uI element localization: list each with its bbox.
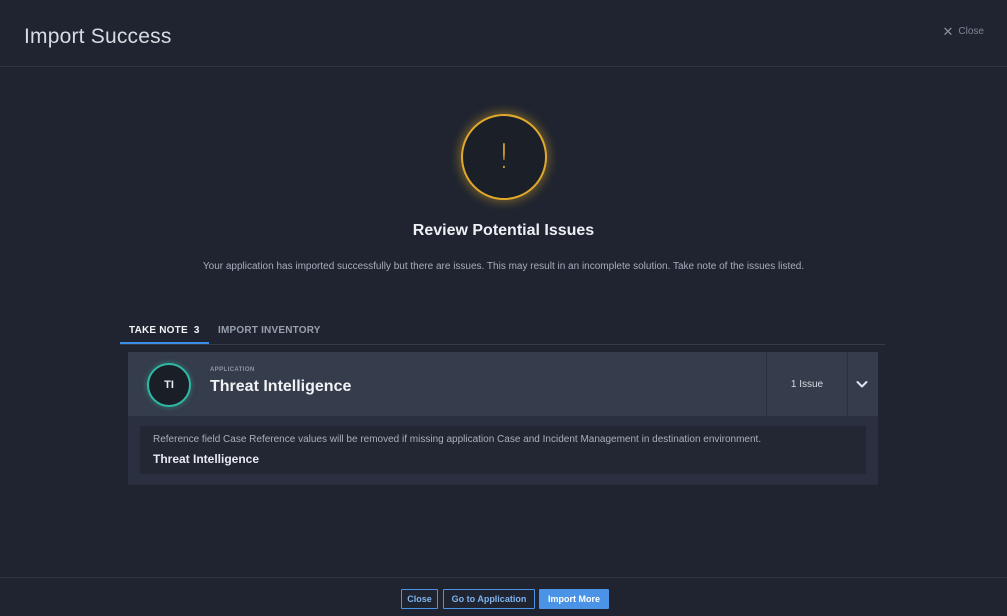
status-message: Your application has imported successful…	[202, 261, 805, 272]
issue-count-label: 1 Issue	[790, 378, 824, 390]
chevron-down-icon[interactable]	[854, 376, 870, 392]
issue-note-text: Reference field Case Reference values wi…	[153, 434, 762, 445]
tab-take-note[interactable]: TAKE NOTE 3	[129, 325, 200, 336]
issue-card: TI APPLICATION Threat Intelligence 1 Iss…	[128, 352, 878, 485]
application-name: Threat Intelligence	[210, 378, 352, 395]
go-to-application-button[interactable]: Go to Application	[443, 589, 535, 609]
close-link[interactable]: ✕ Close	[942, 23, 984, 39]
warning-icon: !	[461, 114, 547, 200]
application-type-label: APPLICATION	[210, 367, 255, 373]
modal-header: Import Success ✕ Close	[0, 0, 1007, 67]
tab-take-note-label: TAKE NOTE	[129, 325, 188, 336]
issue-note: Reference field Case Reference values wi…	[140, 426, 866, 474]
tab-import-inventory[interactable]: IMPORT INVENTORY	[218, 325, 321, 336]
avatar: TI	[147, 363, 191, 407]
issue-note-application: Threat Intelligence	[153, 452, 260, 466]
issue-card-header[interactable]: TI APPLICATION Threat Intelligence 1 Iss…	[128, 352, 878, 416]
close-link-label: Close	[958, 26, 984, 37]
modal-footer: Close Go to Application Import More	[0, 577, 1007, 616]
active-tab-indicator	[120, 342, 209, 344]
close-icon: ✕	[942, 23, 954, 39]
status-heading: Review Potential Issues	[412, 222, 595, 239]
modal-title: Import Success	[24, 25, 172, 48]
issue-count-badge: 1 Issue	[766, 352, 848, 416]
tab-bar: TAKE NOTE 3 IMPORT INVENTORY	[120, 322, 885, 345]
import-more-button[interactable]: Import More	[539, 589, 609, 609]
tab-take-note-count: 3	[193, 325, 200, 336]
warning-glyph: !	[497, 137, 511, 177]
close-button[interactable]: Close	[401, 589, 438, 609]
